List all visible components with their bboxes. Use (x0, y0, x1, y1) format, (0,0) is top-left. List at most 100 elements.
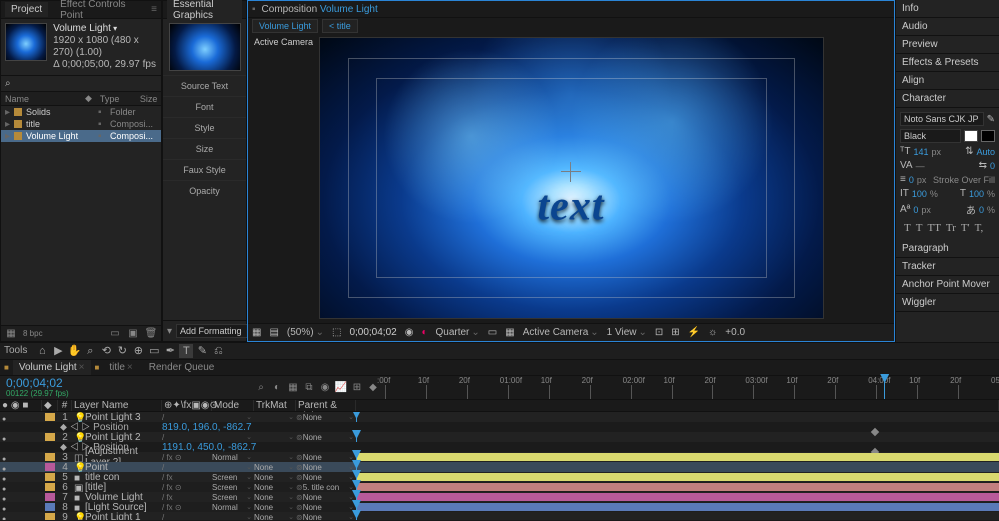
graph-editor-icon[interactable]: 📈 (335, 382, 347, 394)
text-style-toggle[interactable]: Tr (946, 222, 956, 234)
tab-essential-graphics[interactable]: Essential Graphics (167, 0, 242, 23)
stroke-mode-dropdown[interactable]: Stroke Over Fill (933, 175, 995, 185)
current-timecode[interactable]: 0;00;04;02 (6, 376, 69, 390)
current-time-indicator[interactable] (884, 376, 885, 399)
eg-add-icon[interactable]: ▾ (167, 326, 172, 337)
brush-tool-icon[interactable]: ✎ (195, 344, 209, 358)
text-style-toggle[interactable]: TT (927, 222, 940, 234)
eg-property-item[interactable]: Opacity (163, 180, 246, 201)
panel-header[interactable]: Info (896, 0, 999, 18)
view-camera-dropdown[interactable]: Active Camera (523, 327, 599, 338)
clone-tool-icon[interactable]: ⎌ (211, 344, 225, 358)
tab-project[interactable]: Project (5, 2, 48, 17)
project-item[interactable]: ▸Volume Light▪Composi... (1, 130, 161, 142)
font-family-dropdown[interactable]: Noto Sans CJK JP (900, 112, 984, 126)
panel-header[interactable]: Anchor Point Mover (896, 276, 999, 294)
fast-preview-icon[interactable]: ⚡ (688, 327, 700, 338)
panel-header[interactable]: Tracker (896, 258, 999, 276)
eyedropper-icon[interactable]: ✎ (987, 114, 995, 125)
type-tool-icon[interactable]: T (179, 344, 193, 358)
pixel-aspect-icon[interactable]: ⊞ (671, 327, 679, 338)
timeline-layer-row[interactable]: 2 💡Point Light 2 / None (0, 432, 999, 442)
timeline-layer-row[interactable]: 6 ▣[title] / fx ⊙ Screen None 5. title c… (0, 482, 999, 492)
hand-tool-icon[interactable]: ✋ (67, 344, 81, 358)
timeline-layer-row[interactable]: 3 ◫[Adjustment Layer 2] / fx ⊙ Normal No… (0, 452, 999, 462)
frame-blend-icon[interactable]: ⧉ (303, 382, 315, 394)
pen-tool-icon[interactable]: ✒ (163, 344, 177, 358)
tracking-value[interactable]: 0 (990, 161, 995, 171)
grid-icon[interactable]: ▤ (269, 327, 278, 338)
panel-header[interactable]: Align (896, 72, 999, 90)
stroke-color-swatch[interactable] (981, 130, 995, 142)
bpc-toggle[interactable]: 8 bpc (23, 328, 43, 340)
snapshot-icon[interactable]: ◉ (405, 327, 414, 338)
eg-property-item[interactable]: Size (163, 138, 246, 159)
mask-icon[interactable]: ⬚ (332, 327, 341, 338)
timeline-layer-row[interactable]: 1 💡Point Light 3 / None (0, 412, 999, 422)
panel-header[interactable]: Wiggler (896, 294, 999, 312)
transparency-icon[interactable]: ▦ (505, 327, 514, 338)
timeline-layer-row[interactable]: 8 ■[Light Source] / fx ⊙ Normal None Non… (0, 502, 999, 512)
panel-header[interactable]: Effects & Presets (896, 54, 999, 72)
draft3d-icon[interactable]: ▦ (287, 382, 299, 394)
zoom-tool-icon[interactable]: ⌕ (83, 344, 97, 358)
channel-icon[interactable]: ◐ (421, 327, 427, 338)
comp-text-layer[interactable]: text (538, 182, 605, 230)
leading-value[interactable]: Auto (976, 147, 995, 157)
font-weight-dropdown[interactable]: Black (900, 129, 961, 143)
project-item[interactable]: ▸Solids▪Folder (1, 106, 161, 118)
panel-header[interactable]: Paragraph (896, 240, 999, 258)
selection-tool-icon[interactable]: ▶ (51, 344, 65, 358)
resolution-dropdown[interactable]: Quarter (435, 327, 479, 338)
stroke-width-value[interactable]: 0 (909, 175, 914, 185)
timecode-display[interactable]: 0;00;04;02 (349, 327, 396, 338)
comp-name[interactable]: Volume Light (53, 23, 157, 35)
exposure-value[interactable]: +0.0 (725, 327, 745, 338)
composition-viewport[interactable]: Active Camera text (248, 33, 894, 323)
project-item[interactable]: ▸title▪Composi... (1, 118, 161, 130)
view-options-icon[interactable]: ⊡ (655, 327, 663, 338)
rotate-tool-icon[interactable]: ↻ (115, 344, 129, 358)
eg-property-item[interactable]: Faux Style (163, 159, 246, 180)
tsume-value[interactable]: 0 (979, 205, 984, 215)
eg-property-item[interactable]: Font (163, 96, 246, 117)
timeline-layer-row[interactable]: 4 💡Point / None None (0, 462, 999, 472)
comp-lock-icon[interactable]: ▪ (252, 4, 256, 15)
timeline-tab[interactable]: Render Queue (143, 360, 221, 375)
eg-property-item[interactable]: Source Text (163, 75, 246, 96)
magnify-icon[interactable]: ▦ (252, 327, 261, 338)
panel-menu-icon[interactable]: ≡ (151, 4, 157, 15)
panel-header[interactable]: Audio (896, 18, 999, 36)
exposure-icon[interactable]: ☼ (708, 327, 717, 338)
project-column-headers[interactable]: Name◆TypeSize (1, 92, 161, 106)
text-style-toggle[interactable]: T (904, 222, 911, 234)
orbit-tool-icon[interactable]: ⟲ (99, 344, 113, 358)
timeline-tab[interactable]: Volume Light× (13, 360, 91, 375)
trash-icon[interactable]: 🗑 (145, 328, 157, 340)
text-style-toggle[interactable]: T (916, 222, 923, 234)
motion-blur-icon[interactable]: ◉ (319, 382, 331, 394)
timeline-tab[interactable]: title× (103, 360, 138, 375)
timeline-layer-row[interactable]: 5 ■title con / fx Screen None None (0, 472, 999, 482)
rect-tool-icon[interactable]: ▭ (147, 344, 161, 358)
panel-header[interactable]: Preview (896, 36, 999, 54)
comp-tab[interactable]: < title (322, 19, 358, 33)
vscale-value[interactable]: 100 (912, 189, 927, 199)
zoom-dropdown[interactable]: (50%) (287, 327, 324, 338)
comp-tab[interactable]: Volume Light (252, 19, 318, 33)
text-style-toggle[interactable]: T, (975, 222, 984, 234)
view-count-dropdown[interactable]: 1 View (607, 327, 647, 338)
text-style-toggle[interactable]: T' (961, 222, 970, 234)
hscale-value[interactable]: 100 (969, 189, 984, 199)
fill-color-swatch[interactable] (964, 130, 978, 142)
anchor-tool-icon[interactable]: ⊕ (131, 344, 145, 358)
home-icon[interactable]: ⌂ (35, 344, 49, 358)
tl-search-icon[interactable]: ⌕ (255, 382, 267, 394)
project-search-input[interactable] (15, 78, 157, 89)
shy-icon[interactable]: ◐ (271, 382, 283, 394)
time-ruler[interactable]: :00f10f20f01:00f10f20f02:00f10f20f03:00f… (385, 376, 999, 399)
brainstorm-icon[interactable]: ⊞ (351, 382, 363, 394)
timeline-layer-row[interactable]: 9 💡Point Light 1 / None None (0, 512, 999, 520)
font-size-value[interactable]: 141 (913, 147, 928, 157)
new-comp-icon[interactable]: ▣ (127, 328, 139, 340)
